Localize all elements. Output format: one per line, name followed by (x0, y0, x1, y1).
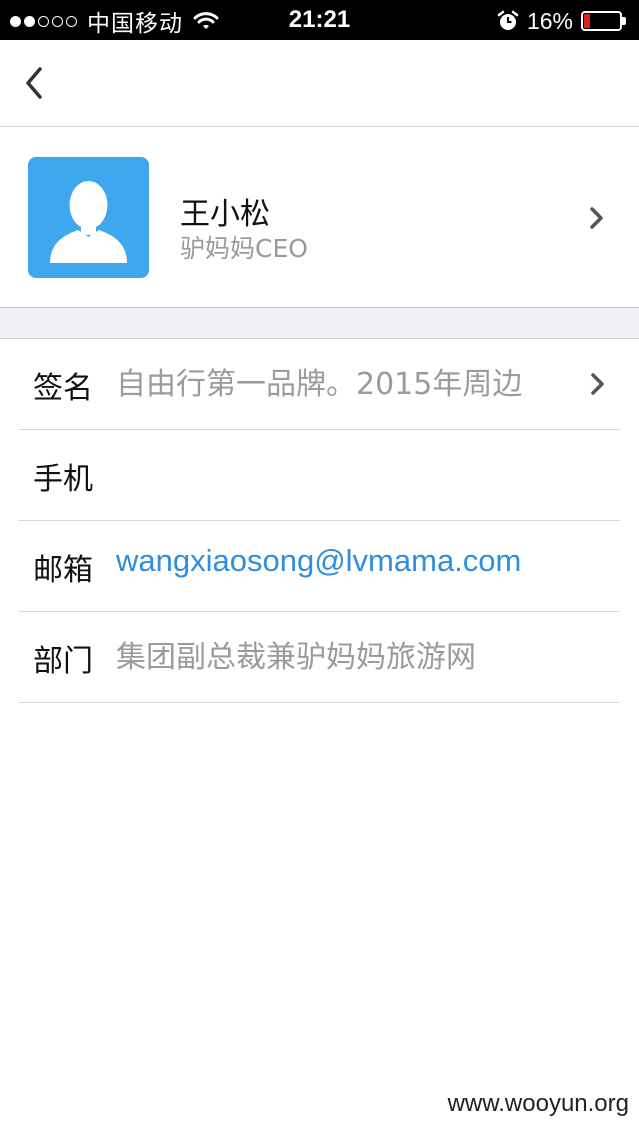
chevron-right-icon (590, 207, 603, 229)
status-right: 16% (497, 7, 627, 35)
detail-list: 签名 自由行第一品牌。2015年周边 手机 邮箱 wangxiaosong@lv… (0, 339, 639, 703)
battery-percentage: 16% (526, 7, 573, 34)
profile-name: 王小松 (180, 197, 270, 232)
phone-label: 手机 (33, 462, 93, 497)
department-label: 部门 (33, 644, 93, 679)
chevron-left-icon (26, 67, 42, 99)
back-button[interactable] (14, 62, 54, 104)
alarm-icon (497, 10, 519, 30)
email-link[interactable]: wangxiaosong@lvmama.com (116, 543, 521, 579)
department-value: 集团副总裁兼驴妈妈旅游网 (116, 640, 476, 675)
email-label: 邮箱 (33, 553, 93, 588)
battery-icon (581, 11, 627, 31)
status-bar: 中国移动 21:21 16% (0, 0, 639, 40)
phone-row[interactable]: 手机 (19, 430, 620, 521)
watermark: www.wooyun.org (447, 1090, 629, 1117)
avatar[interactable] (28, 157, 149, 278)
signature-value: 自由行第一品牌。2015年周边 (116, 367, 523, 402)
department-row[interactable]: 部门 集团副总裁兼驴妈妈旅游网 (19, 612, 620, 703)
profile-title: 驴妈妈CEO (180, 234, 308, 263)
section-separator (0, 308, 639, 339)
email-row[interactable]: 邮箱 wangxiaosong@lvmama.com (19, 521, 620, 612)
signature-row[interactable]: 签名 自由行第一品牌。2015年周边 (19, 339, 620, 430)
battery-fill (584, 14, 590, 28)
signature-label: 签名 (33, 371, 93, 406)
chevron-right-icon (591, 373, 604, 395)
user-silhouette-icon (50, 181, 127, 263)
navigation-bar (0, 40, 639, 127)
profile-card[interactable]: 王小松 驴妈妈CEO (0, 127, 639, 308)
